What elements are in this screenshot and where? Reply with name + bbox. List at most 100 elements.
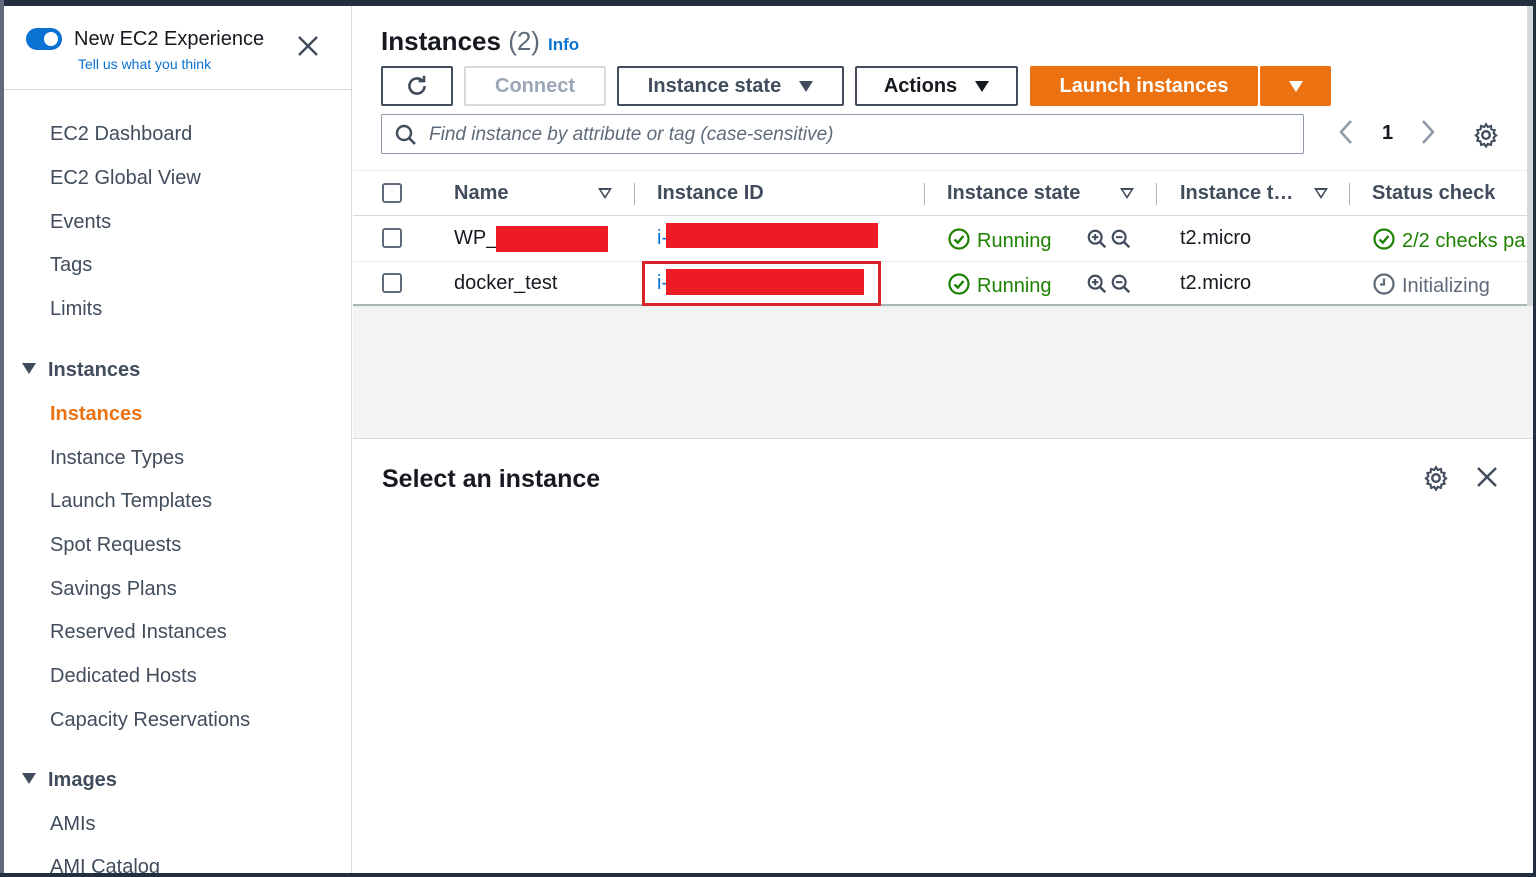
redaction-box: [666, 223, 878, 248]
column-divider[interactable]: [1349, 183, 1350, 205]
check-circle-icon: [948, 228, 970, 250]
new-experience-banner: New EC2 Experience Tell us what you thin…: [4, 6, 351, 90]
sort-icon[interactable]: [1314, 188, 1328, 199]
instance-state-status: Running: [947, 272, 1052, 298]
row-checkbox[interactable]: [382, 228, 402, 248]
instance-state-status: Running: [947, 227, 1052, 253]
sidebar-item-instances[interactable]: Instances: [50, 403, 142, 426]
sidebar-section-instances[interactable]: Instances: [22, 359, 140, 382]
next-page-icon[interactable]: [1419, 118, 1437, 152]
column-divider[interactable]: [634, 183, 635, 205]
instance-count: (2): [508, 26, 540, 56]
instance-type: t2.micro: [1180, 227, 1252, 249]
toggle-knob: [44, 32, 58, 46]
column-header-instance-type[interactable]: Instance t…: [1180, 182, 1293, 205]
caret-down-icon: [1288, 80, 1303, 92]
previous-page-icon[interactable]: [1337, 118, 1355, 152]
search-icon: [395, 124, 416, 145]
current-page[interactable]: 1: [1382, 122, 1393, 145]
check-circle-icon: [948, 273, 970, 295]
sidebar-item-tags[interactable]: Tags: [50, 254, 92, 277]
zoom-in-icon[interactable]: [1086, 228, 1108, 256]
table-header: Name Instance ID Instance state Instance…: [353, 170, 1533, 216]
sidebar-section-images[interactable]: Images: [22, 769, 117, 792]
gear-icon[interactable]: [1423, 465, 1449, 496]
sort-icon[interactable]: [598, 188, 612, 199]
sidebar-item-ami-catalog[interactable]: AMI Catalog: [50, 856, 160, 873]
sidebar-item-ec2-dashboard[interactable]: EC2 Dashboard: [50, 123, 192, 146]
table-row[interactable]: docker_test i- Running t2.micro Initiali…: [353, 261, 1533, 307]
actions-label: Actions: [883, 74, 958, 97]
row-checkbox[interactable]: [382, 273, 402, 293]
column-divider[interactable]: [924, 183, 925, 205]
sidebar-item-events[interactable]: Events: [50, 211, 111, 234]
sidebar-item-ec2-global-view[interactable]: EC2 Global View: [50, 167, 201, 190]
main-content: Instances (2) Info Connect Instance state…: [353, 6, 1533, 438]
sidebar: New EC2 Experience Tell us what you thin…: [4, 6, 352, 873]
table-row[interactable]: WP_ i- Running t2.micro 2/2 checks pa: [353, 216, 1533, 262]
sidebar-item-instance-types[interactable]: Instance Types: [50, 447, 184, 470]
refresh-button[interactable]: [381, 66, 453, 106]
instance-type: t2.micro: [1180, 272, 1252, 294]
redaction-box: [496, 226, 608, 252]
refresh-icon: [408, 75, 426, 95]
sidebar-item-reserved-instances[interactable]: Reserved Instances: [50, 621, 227, 644]
column-header-instance-id[interactable]: Instance ID: [657, 182, 764, 205]
instance-state-label: Instance state: [647, 74, 782, 97]
search-placeholder: Find instance by attribute or tag (case-…: [429, 124, 834, 145]
close-icon[interactable]: [1475, 465, 1499, 494]
caret-down-icon: [975, 80, 990, 92]
sidebar-item-capacity-reservations[interactable]: Capacity Reservations: [50, 709, 250, 732]
details-panel: Select an instance: [353, 438, 1533, 873]
new-experience-toggle[interactable]: [26, 28, 62, 50]
actions-dropdown[interactable]: Actions: [855, 66, 1018, 106]
page-title-text: Instances: [381, 26, 501, 56]
sidebar-item-amis[interactable]: AMIs: [50, 813, 96, 836]
connect-button[interactable]: Connect: [464, 66, 606, 106]
launch-instances-dropdown[interactable]: [1260, 66, 1331, 106]
instance-state-dropdown[interactable]: Instance state: [617, 66, 844, 106]
status-check: 2/2 checks pa: [1372, 227, 1525, 253]
window-frame-bottom: [0, 873, 1536, 877]
scrollbar[interactable]: [1527, 6, 1533, 306]
column-header-instance-state[interactable]: Instance state: [947, 182, 1080, 205]
check-circle-icon: [1373, 228, 1395, 250]
state-label: Running: [977, 275, 1052, 297]
caret-down-icon: [22, 363, 36, 374]
zoom-out-icon[interactable]: [1110, 228, 1132, 256]
sort-icon[interactable]: [1120, 188, 1134, 199]
column-header-name[interactable]: Name: [454, 182, 508, 205]
zoom-in-icon[interactable]: [1086, 273, 1108, 301]
sidebar-item-spot-requests[interactable]: Spot Requests: [50, 534, 181, 557]
instance-id-highlight-box: [642, 261, 881, 306]
search-input[interactable]: Find instance by attribute or tag (case-…: [381, 114, 1304, 154]
sidebar-item-dedicated-hosts[interactable]: Dedicated Hosts: [50, 665, 197, 688]
sidebar-item-savings-plans[interactable]: Savings Plans: [50, 578, 177, 601]
sidebar-item-launch-templates[interactable]: Launch Templates: [50, 490, 212, 513]
state-label: Running: [977, 230, 1052, 252]
caret-down-icon: [799, 80, 814, 92]
sidebar-item-limits[interactable]: Limits: [50, 298, 102, 321]
details-title: Select an instance: [382, 465, 601, 493]
instances-table-card: Instances (2) Info Connect Instance state…: [353, 6, 1533, 307]
column-header-status-check[interactable]: Status check: [1372, 182, 1495, 205]
clock-icon: [1373, 273, 1395, 295]
status-check-label: Initializing: [1402, 275, 1490, 297]
feedback-link[interactable]: Tell us what you think: [78, 56, 211, 72]
zoom-out-icon[interactable]: [1110, 273, 1132, 301]
launch-instances-button[interactable]: Launch instances: [1030, 66, 1258, 106]
new-experience-title: New EC2 Experience: [74, 28, 265, 50]
page-title: Instances (2) Info: [381, 26, 579, 57]
sidebar-section-label: Instances: [48, 359, 141, 381]
close-icon[interactable]: [296, 34, 320, 58]
status-check: Initializing: [1372, 272, 1490, 298]
status-check-label: 2/2 checks pa: [1402, 230, 1526, 252]
column-divider[interactable]: [1156, 183, 1157, 205]
sidebar-section-label: Images: [48, 769, 117, 791]
instance-name: WP_: [454, 227, 498, 249]
info-link[interactable]: Info: [548, 35, 579, 54]
gear-icon[interactable]: [1473, 122, 1499, 153]
caret-down-icon: [22, 773, 36, 784]
instance-name: docker_test: [454, 272, 558, 294]
select-all-checkbox[interactable]: [382, 183, 402, 203]
